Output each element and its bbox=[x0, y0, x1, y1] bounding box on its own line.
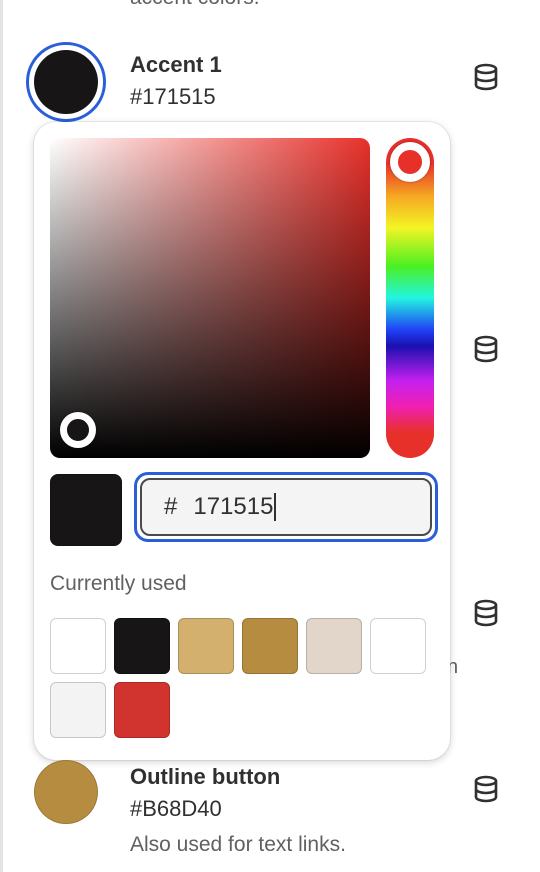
color-preview-swatch bbox=[50, 474, 122, 546]
used-color-swatch[interactable] bbox=[306, 618, 362, 674]
color-note: Also used for text links. bbox=[130, 833, 346, 856]
accent-1-swatch-fill bbox=[34, 50, 98, 114]
used-color-swatch[interactable] bbox=[50, 618, 106, 674]
color-title: Outline button bbox=[130, 764, 281, 789]
text-caret bbox=[274, 493, 277, 521]
panel-border bbox=[0, 0, 3, 872]
used-color-swatch[interactable] bbox=[242, 618, 298, 674]
currently-used-label: Currently used bbox=[50, 572, 187, 595]
color-picker-popover: # 171515 Currently used bbox=[34, 122, 450, 760]
used-color-swatch[interactable] bbox=[50, 682, 106, 738]
database-icon[interactable] bbox=[470, 333, 502, 365]
hue-handle[interactable] bbox=[390, 142, 430, 182]
color-swatch-accent-1[interactable] bbox=[26, 42, 106, 122]
color-title: Accent 1 bbox=[130, 52, 222, 77]
database-icon[interactable] bbox=[470, 597, 502, 629]
section-description: accent colors. bbox=[130, 0, 260, 10]
used-color-swatch[interactable] bbox=[114, 682, 170, 738]
saturation-brightness-area[interactable] bbox=[50, 138, 370, 458]
used-color-swatch[interactable] bbox=[114, 618, 170, 674]
color-hex: #171515 bbox=[130, 84, 216, 109]
database-icon[interactable] bbox=[470, 61, 502, 93]
color-swatch-outline-button[interactable] bbox=[34, 760, 98, 824]
hex-value: 171515 bbox=[193, 493, 274, 520]
color-hex: #B68D40 bbox=[130, 796, 222, 821]
used-color-swatch[interactable] bbox=[370, 618, 426, 674]
hex-input[interactable]: # 171515 bbox=[140, 478, 432, 536]
used-color-swatch[interactable] bbox=[178, 618, 234, 674]
saturation-handle[interactable] bbox=[60, 412, 96, 448]
hue-slider[interactable] bbox=[386, 138, 434, 458]
color-row-accent-1: Accent 1 #171515 bbox=[0, 40, 540, 122]
hex-prefix: # bbox=[164, 493, 178, 520]
hex-input-field[interactable]: # 171515 bbox=[134, 472, 438, 542]
color-row-outline-button: Outline button #B68D40 Also used for tex… bbox=[0, 760, 540, 872]
theme-colors-panel: accent colors. Accent 1 #171515 n # 1715… bbox=[0, 0, 540, 872]
